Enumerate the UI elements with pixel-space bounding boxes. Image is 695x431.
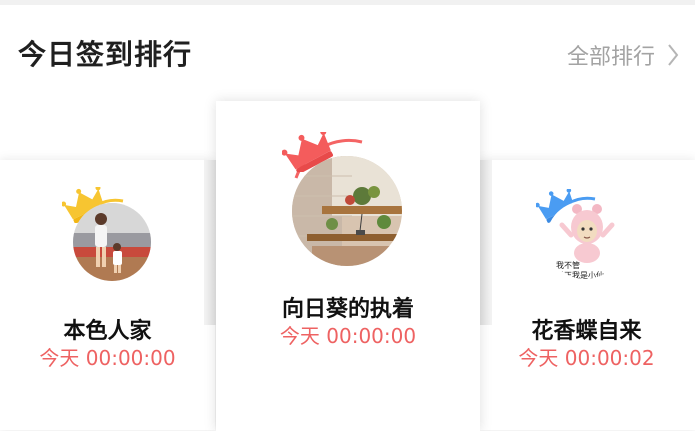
user-name: 向日葵的执着 bbox=[281, 297, 414, 322]
section-title: 今日签到排行 bbox=[18, 38, 193, 71]
rank-card-2[interactable]: 本色人家 今天 00:00:00 bbox=[0, 160, 215, 430]
avatar bbox=[73, 203, 151, 281]
user-name: 本色人家 bbox=[63, 319, 152, 344]
checkin-time: 今天 00:00:00 bbox=[39, 346, 176, 370]
checkin-time: 今天 00:00:02 bbox=[518, 346, 655, 370]
card-edge-shadow bbox=[478, 160, 492, 325]
avatar-frame bbox=[282, 132, 408, 266]
avatar: 我不管 反正我是小仙 bbox=[546, 201, 624, 279]
rank-card-3[interactable]: 我不管 反正我是小仙 花香蝶自来 今天 00:00:02 bbox=[478, 160, 695, 430]
avatar-caption: 我不管 反正我是小仙 bbox=[556, 261, 604, 279]
checkin-time: 今天 00:00:00 bbox=[279, 324, 417, 348]
rank-card-1[interactable]: 向日葵的执着 今天 00:00:00 bbox=[216, 101, 480, 431]
all-ranking-link[interactable]: 全部排行 bbox=[567, 39, 679, 71]
all-ranking-label: 全部排行 bbox=[566, 45, 655, 70]
user-name: 花香蝶自来 bbox=[531, 319, 642, 344]
avatar-frame: 我不管 反正我是小仙 bbox=[536, 189, 626, 279]
avatar bbox=[292, 156, 402, 266]
avatar-frame bbox=[62, 187, 154, 281]
top-divider bbox=[0, 0, 695, 5]
chevron-right-icon bbox=[668, 44, 679, 66]
